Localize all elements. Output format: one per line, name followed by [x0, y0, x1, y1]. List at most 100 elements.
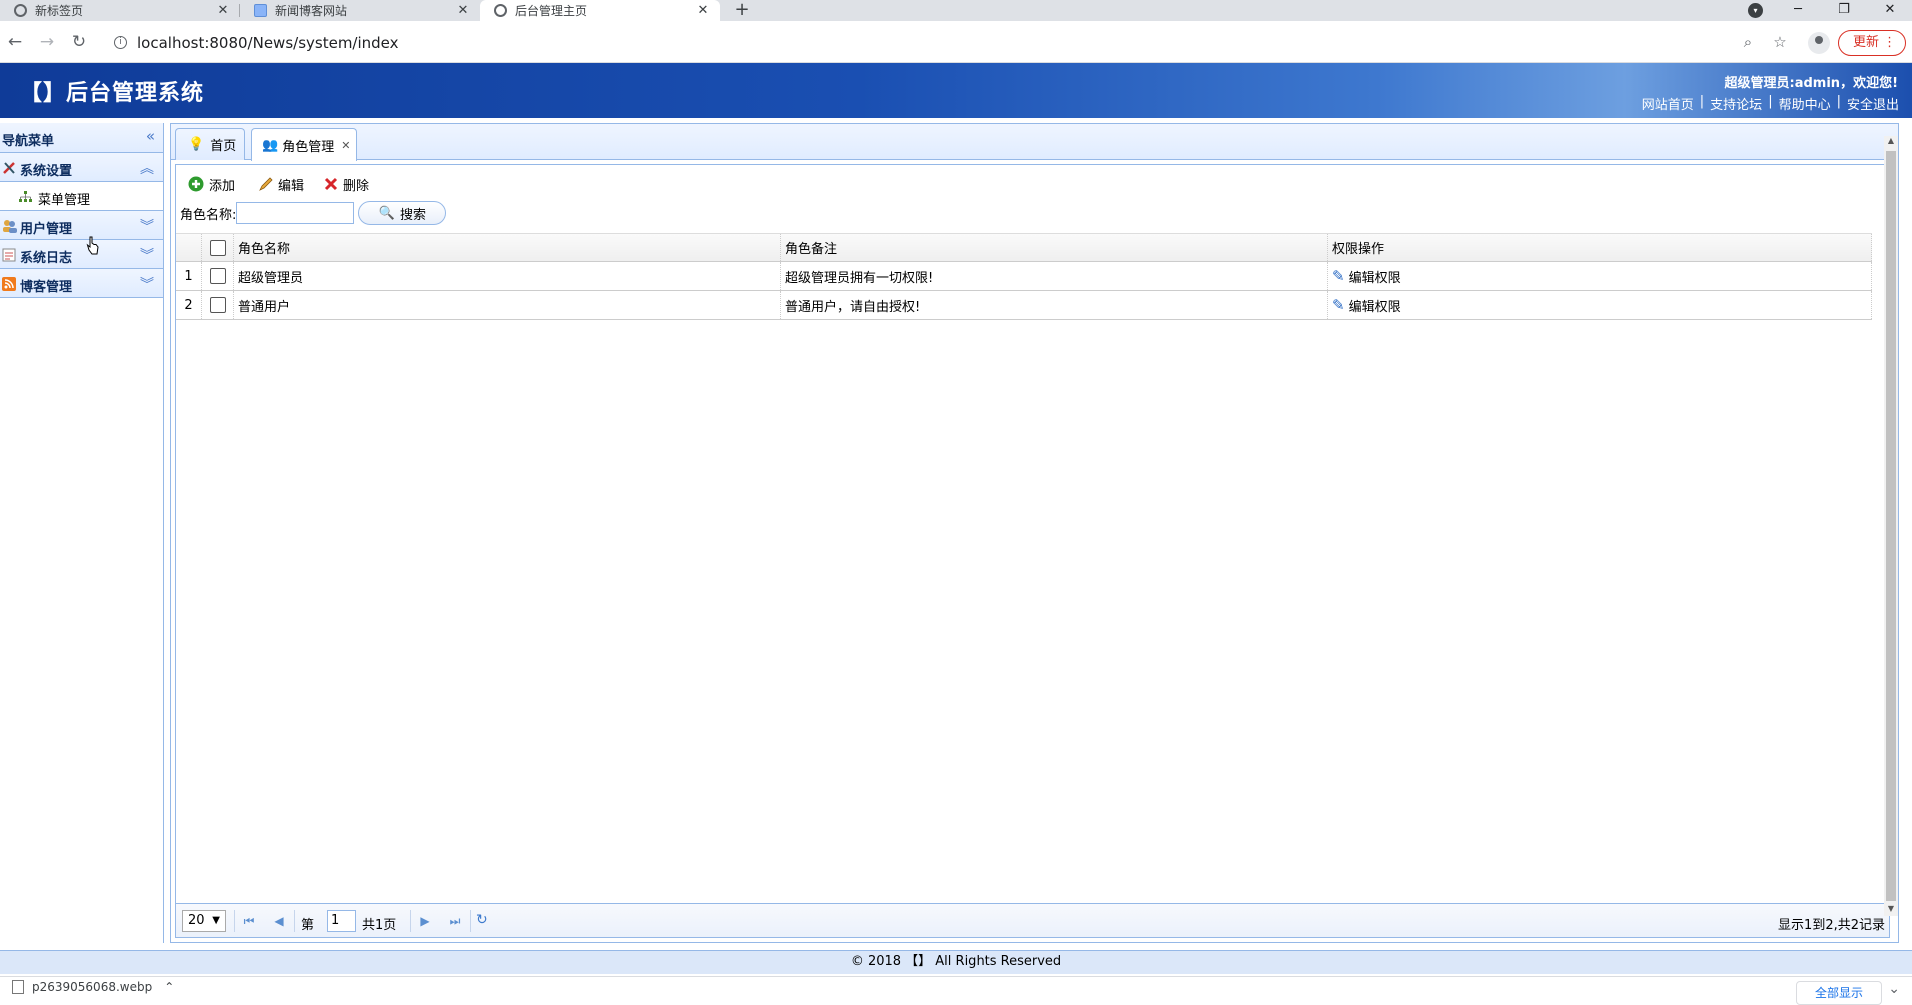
vertical-scrollbar[interactable]: ▲ ▼	[1884, 136, 1898, 916]
close-icon[interactable]: ⌄	[1888, 981, 1900, 997]
column-header[interactable]: 权限操作	[1328, 234, 1872, 261]
last-page-icon[interactable]: ⏭	[446, 910, 464, 932]
row-checkbox[interactable]	[209, 297, 226, 313]
page-footer: © 2018 【】 All Rights Reserved	[0, 950, 1912, 974]
nav-item-menu-management[interactable]: 菜单管理	[0, 182, 163, 211]
row-checkbox-cell	[202, 262, 234, 290]
scroll-down-icon[interactable]: ▼	[1884, 904, 1898, 916]
nav-section-user-management[interactable]: 用户管理 ︾	[0, 211, 163, 240]
refresh-icon[interactable]: ↻	[476, 912, 488, 928]
browser-toolbar: ← → ↻ i localhost:8080/News/system/index…	[0, 21, 1912, 63]
permission-cell: ✎ 编辑权限	[1328, 262, 1872, 290]
browser-tab-1[interactable]: 新标签页 ✕	[0, 0, 240, 21]
close-window-icon[interactable]: ✕	[1872, 0, 1908, 21]
chevron-down-icon[interactable]: ︾	[140, 245, 154, 265]
tab-search-icon[interactable]: ▾	[1748, 3, 1763, 18]
browser-tab-strip: 新标签页 ✕ 新闻博客网站 ✕ 后台管理主页 ✕ + ▾ ─ ❐ ✕	[0, 0, 1912, 21]
minimize-icon[interactable]: ─	[1780, 0, 1816, 21]
edit-permission-link[interactable]: ✎ 编辑权限	[1332, 267, 1401, 286]
page-number-input[interactable]: 1	[327, 910, 356, 932]
edit-button[interactable]: 编辑	[258, 173, 304, 195]
browser-tab-2[interactable]: 新闻博客网站 ✕	[240, 0, 480, 21]
delete-label: 删除	[343, 178, 370, 194]
first-page-icon[interactable]: ⏮	[240, 910, 258, 932]
link-logout[interactable]: 安全退出	[1844, 94, 1902, 113]
main-panel: 💡 首页 👥 角色管理 ✕ 添加 编辑 删除 角色名称: 🔍 搜索 角色名称 角…	[170, 123, 1899, 943]
nav-section-system-log[interactable]: 系统日志 ︾	[0, 240, 163, 269]
search-button[interactable]: 🔍 搜索	[358, 201, 447, 225]
chevron-up-icon[interactable]: ︽	[140, 158, 154, 178]
nav-section-system-settings[interactable]: 系统设置 ︽	[0, 153, 163, 182]
file-icon	[12, 980, 24, 994]
chevron-down-icon[interactable]: ︾	[140, 216, 154, 236]
browser-tab-title: 新闻博客网站	[275, 4, 348, 18]
select-all-checkbox[interactable]	[209, 239, 226, 256]
close-tab-icon[interactable]: ✕	[456, 3, 470, 18]
add-button[interactable]: 添加	[188, 173, 235, 195]
restore-icon[interactable]: ❐	[1826, 0, 1862, 21]
role-panel: 添加 编辑 删除 角色名称: 🔍 搜索 角色名称 角色备注 权限操作 1 超级管…	[175, 164, 1890, 938]
profile-avatar[interactable]	[1808, 32, 1830, 54]
search-label: 角色名称:	[180, 207, 237, 223]
role-name-input[interactable]	[236, 202, 355, 224]
nav-header: 导航菜单 «	[0, 123, 163, 153]
download-item[interactable]: p2639056068.webp ⌃	[12, 980, 174, 994]
column-header[interactable]: 角色名称	[234, 234, 781, 261]
table-row[interactable]: 2 普通用户 普通用户，请自由授权! ✎ 编辑权限	[176, 291, 1872, 320]
collapse-left-icon[interactable]: «	[146, 127, 155, 145]
close-tab-icon[interactable]: ✕	[696, 3, 710, 18]
info-icon[interactable]: i	[114, 36, 127, 49]
page-tabs: 💡 首页 👥 角色管理 ✕	[171, 124, 1898, 161]
edit-permission-link[interactable]: ✎ 编辑权限	[1332, 296, 1401, 315]
chevron-up-icon[interactable]: ⌃	[164, 980, 174, 994]
scroll-up-icon[interactable]: ▲	[1884, 136, 1898, 148]
link-help-center[interactable]: 帮助中心	[1776, 94, 1834, 113]
bookmark-star-icon[interactable]: ☆	[1770, 32, 1790, 52]
scrollbar-thumb[interactable]	[1886, 151, 1896, 901]
back-icon[interactable]: ←	[4, 31, 26, 53]
close-icon[interactable]: ✕	[341, 139, 350, 152]
nav-section-label: 系统设置	[20, 164, 73, 179]
add-label: 添加	[209, 178, 236, 194]
download-filename: p2639056068.webp	[32, 980, 153, 994]
forward-icon[interactable]: →	[36, 31, 58, 53]
pagination-bar: 20 ▼ ⏮ ◀ 第 1 共1页 ▶ ⏭ ↻ 显示1到2,共2记录	[176, 903, 1889, 937]
page-size-value: 20	[188, 913, 205, 928]
address-bar[interactable]: i localhost:8080/News/system/index	[106, 28, 1782, 57]
pencil-icon: ✎	[1332, 296, 1345, 314]
page-size-select[interactable]: 20 ▼	[182, 910, 226, 932]
next-page-icon[interactable]: ▶	[416, 910, 434, 932]
tab-role-management[interactable]: 👥 角色管理 ✕	[251, 128, 357, 161]
prev-page-icon[interactable]: ◀	[270, 910, 288, 932]
downloads-bar: p2639056068.webp ⌃ 全部显示 ⌄	[0, 976, 1912, 1005]
table-row[interactable]: 1 超级管理员 超级管理员拥有一切权限! ✎ 编辑权限	[176, 262, 1872, 291]
row-checkbox[interactable]	[209, 268, 226, 284]
grid-toolbar: 添加 编辑 删除 角色名称: 🔍 搜索	[176, 165, 1889, 233]
row-number: 2	[176, 291, 202, 319]
link-site-home[interactable]: 网站首页	[1639, 94, 1697, 113]
delete-button[interactable]: 删除	[324, 173, 369, 195]
zoom-icon[interactable]: ⌕	[1738, 32, 1758, 52]
address-url: localhost:8080/News/system/index	[137, 33, 399, 52]
show-all-button[interactable]: 全部显示	[1796, 981, 1882, 1005]
divider	[294, 910, 295, 932]
browser-tab-3[interactable]: 后台管理主页 ✕	[480, 0, 720, 21]
search-row: 角色名称: 🔍 搜索	[180, 201, 447, 225]
add-icon	[188, 176, 204, 192]
nav-section-label: 用户管理	[20, 222, 73, 237]
app-title: 【】后台管理系统	[20, 81, 205, 106]
browser-update-button[interactable]: 更新 ⋮	[1838, 30, 1906, 56]
close-tab-icon[interactable]: ✕	[216, 3, 230, 18]
column-header[interactable]: 角色备注	[781, 234, 1328, 261]
rss-icon	[2, 277, 16, 291]
chevron-down-icon[interactable]: ︾	[140, 274, 154, 294]
new-tab-button[interactable]: +	[732, 0, 752, 21]
edit-permission-label: 编辑权限	[1348, 299, 1401, 315]
link-support-forum[interactable]: 支持论坛	[1707, 94, 1765, 113]
reload-icon[interactable]: ↻	[68, 31, 90, 53]
role-note-cell: 超级管理员拥有一切权限!	[781, 262, 1328, 290]
tab-home[interactable]: 💡 首页	[175, 128, 245, 160]
record-summary: 显示1到2,共2记录	[1778, 918, 1885, 933]
divider	[410, 910, 411, 932]
nav-section-blog-management[interactable]: 博客管理 ︾	[0, 269, 163, 298]
